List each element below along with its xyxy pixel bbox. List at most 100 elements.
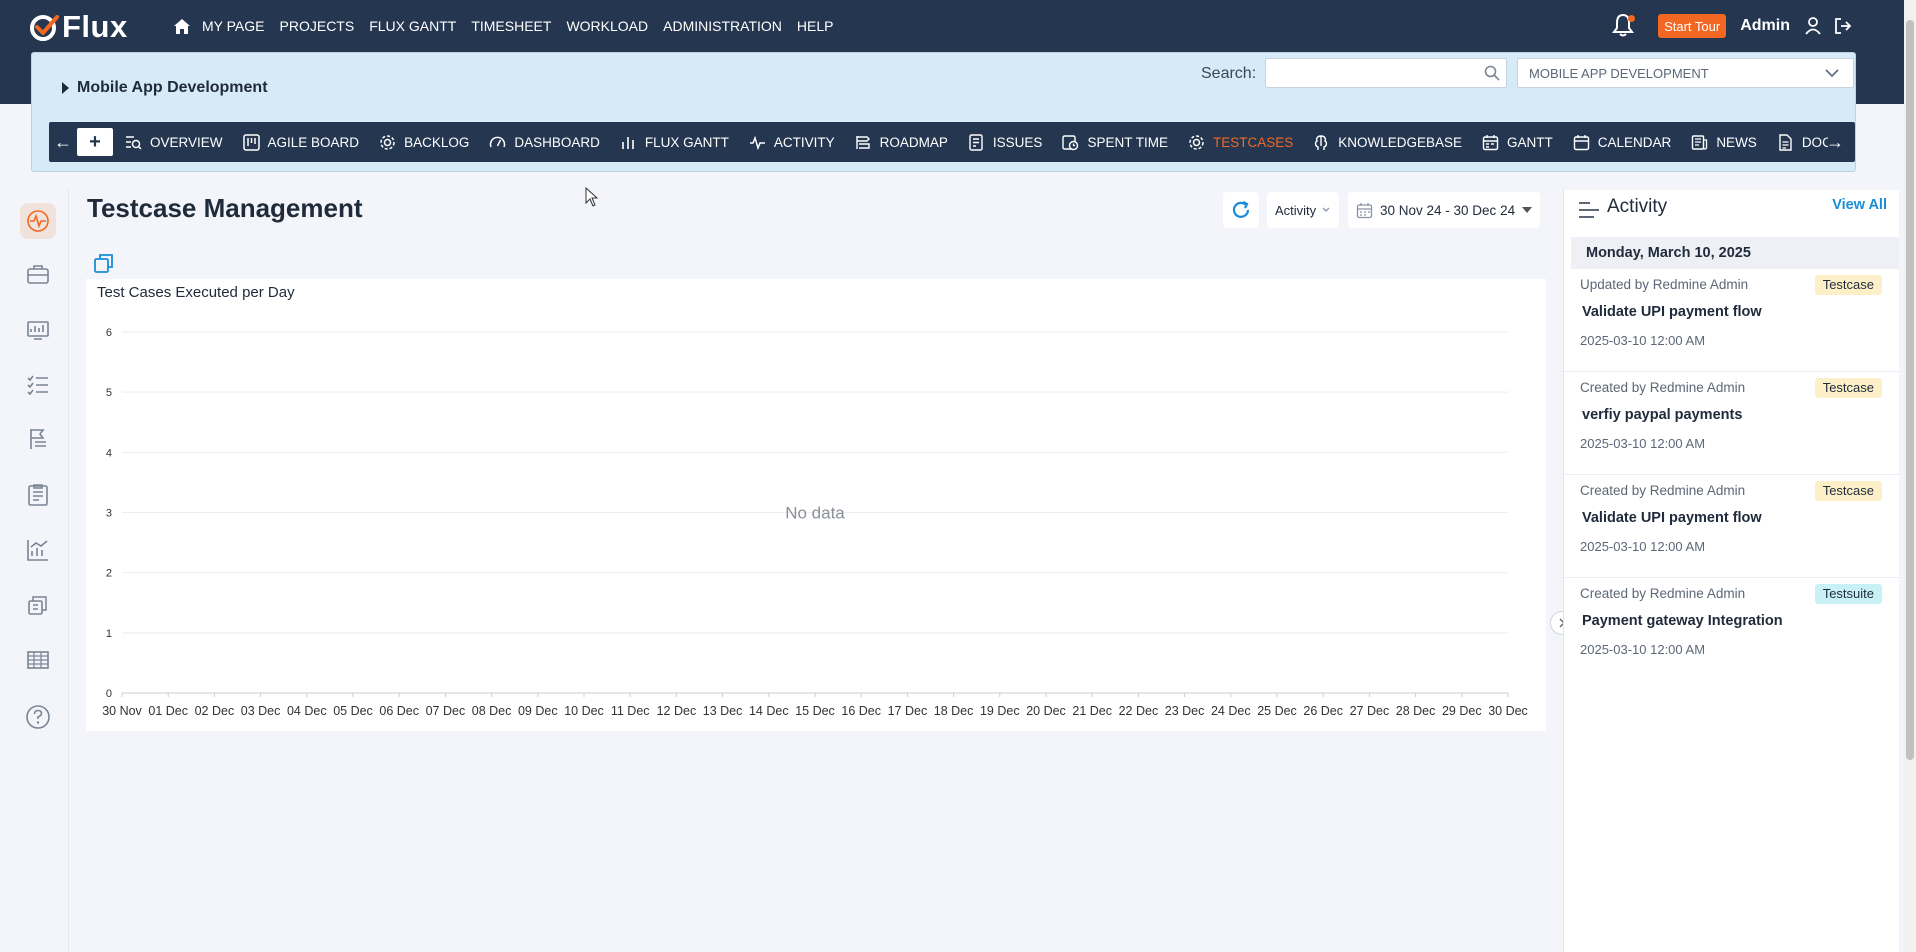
- x-tick-label: 13 Dec: [703, 704, 743, 718]
- sidebar-activity-icon[interactable]: [20, 203, 56, 239]
- y-tick-label: 6: [106, 327, 112, 339]
- logo-text: Flux: [62, 9, 128, 44]
- x-tick-label: 08 Dec: [472, 704, 512, 718]
- nav-administration[interactable]: ADMINISTRATION: [663, 14, 782, 38]
- top-nav: MY PAGE PROJECTS FLUX GANTT TIMESHEET WO…: [172, 14, 848, 38]
- nav-workload[interactable]: WORKLOAD: [566, 14, 648, 38]
- activity-entry[interactable]: Created by Redmine Admin Testsuite Payme…: [1564, 578, 1900, 681]
- x-tick-label: 21 Dec: [1072, 704, 1112, 718]
- overview-icon: [126, 135, 142, 150]
- calendar-icon: [1573, 134, 1589, 150]
- module-news[interactable]: NEWS: [1691, 122, 1757, 162]
- no-data-message: No data: [785, 504, 845, 523]
- sidebar-flag-icon[interactable]: [20, 421, 56, 457]
- page-scrollbar-thumb[interactable]: [1906, 20, 1914, 760]
- roadmap-icon: [855, 135, 870, 149]
- activity-entry[interactable]: Created by Redmine Admin Testcase verfiy…: [1564, 372, 1900, 475]
- activity-subject[interactable]: Validate UPI payment flow: [1582, 510, 1762, 526]
- module-flux-gantt[interactable]: FLUX GANTT: [620, 122, 729, 162]
- module-activity[interactable]: ACTIVITY: [749, 122, 835, 162]
- x-tick-label: 26 Dec: [1303, 704, 1343, 718]
- chart-card: Test Cases Executed per Day 0 1 2 3 4 5 6 30 No…: [86, 279, 1546, 731]
- activity-title: Activity: [1607, 196, 1668, 217]
- gauge-icon: [490, 136, 506, 147]
- activity-subject[interactable]: Payment gateway Integration: [1582, 613, 1783, 629]
- x-tick-label: 15 Dec: [795, 704, 835, 718]
- module-overview[interactable]: OVERVIEW: [125, 122, 223, 162]
- module-label: FLUX GANTT: [644, 134, 729, 150]
- sidebar-clipboard-icon[interactable]: [20, 477, 56, 513]
- activity-time: 2025-03-10 12:00 AM: [1580, 333, 1706, 348]
- activity-type-badge: Testsuite: [1814, 584, 1882, 604]
- y-tick-label: 0: [106, 688, 112, 700]
- module-backlog[interactable]: BACKLOG: [379, 122, 469, 162]
- module-roadmap[interactable]: ROADMAP: [855, 122, 948, 162]
- logout-icon[interactable]: [1834, 17, 1852, 35]
- module-knowledgebase[interactable]: KNOWLEDGEBASE: [1313, 122, 1462, 162]
- x-tick-label: 10 Dec: [564, 704, 604, 718]
- module-issues[interactable]: ISSUES: [968, 122, 1042, 162]
- date-range-picker[interactable]: 30 Nov 24 - 30 Dec 24: [1348, 192, 1540, 228]
- x-tick-label: 04 Dec: [287, 704, 327, 718]
- date-range-value: 30 Nov 24 - 30 Dec 24: [1380, 202, 1516, 218]
- sidebar-table-icon[interactable]: [20, 642, 56, 678]
- activity-type-badge: Testcase: [1814, 275, 1882, 295]
- project-name-toggle[interactable]: Mobile App Development: [62, 79, 268, 97]
- sidebar-help-icon[interactable]: [20, 699, 56, 735]
- caret-down-icon: [1522, 207, 1533, 213]
- user-icon[interactable]: [1804, 17, 1822, 35]
- sidebar-checklist-icon[interactable]: [20, 367, 56, 403]
- module-calendar[interactable]: CALENDAR: [1573, 122, 1671, 162]
- home-icon[interactable]: [172, 14, 192, 38]
- sidebar-dashboard-icon[interactable]: [20, 312, 56, 348]
- notification-bell-icon[interactable]: [1612, 13, 1636, 39]
- search-icon[interactable]: [1484, 65, 1500, 81]
- activity-entry[interactable]: Updated by Redmine Admin Testcase Valida…: [1564, 269, 1900, 372]
- project-selector[interactable]: MOBILE APP DEVELOPMENT: [1517, 58, 1854, 88]
- nav-flux-gantt[interactable]: FLUX GANTT: [369, 14, 456, 38]
- activity-subject[interactable]: Validate UPI payment flow: [1582, 304, 1762, 320]
- sidebar-chart-icon[interactable]: [20, 532, 56, 568]
- activity-type-badge: Testcase: [1814, 378, 1882, 398]
- doc-icon: [1779, 133, 1792, 151]
- scroll-left-arrow-icon[interactable]: ←: [49, 122, 77, 162]
- module-gantt[interactable]: GANTT: [1482, 122, 1553, 162]
- activity-subject[interactable]: verfiy paypal payments: [1582, 407, 1742, 423]
- module-testcases[interactable]: TESTCASES: [1188, 122, 1293, 162]
- flux-logo[interactable]: Flux: [28, 8, 128, 46]
- activity-author: Updated by Redmine Admin: [1580, 277, 1749, 292]
- scroll-right-arrow-icon[interactable]: →: [1821, 122, 1849, 162]
- activity-panel: Activity View All Monday, March 10, 2025…: [1563, 190, 1900, 952]
- module-label: KNOWLEDGEBASE: [1338, 134, 1463, 150]
- project-header-panel: Mobile App Development Search: MOBILE AP…: [31, 52, 1856, 172]
- module-agile-board[interactable]: AGILE BOARD: [242, 122, 360, 162]
- logo-check-icon: [30, 15, 59, 41]
- project-selector-value: MOBILE APP DEVELOPMENT: [1529, 65, 1709, 81]
- module-dashboard[interactable]: DASHBOARD: [489, 122, 600, 162]
- nav-projects[interactable]: PROJECTS: [280, 14, 355, 38]
- gear-icon: [380, 134, 395, 150]
- activity-entry[interactable]: Created by Redmine Admin Testcase Valida…: [1564, 475, 1900, 578]
- nav-my-page[interactable]: MY PAGE: [202, 14, 265, 38]
- x-tick-label: 01 Dec: [148, 704, 188, 718]
- refresh-button[interactable]: [1223, 192, 1259, 228]
- y-tick-label: 4: [106, 447, 112, 459]
- x-tick-label: 23 Dec: [1165, 704, 1205, 718]
- search-input[interactable]: [1265, 58, 1507, 88]
- x-tick-label: 28 Dec: [1396, 704, 1436, 718]
- caret-right-icon: [62, 82, 69, 94]
- top-right-controls: Start Tour Admin: [1612, 13, 1864, 39]
- module-label: AGILE BOARD: [267, 134, 360, 150]
- sidebar-copies-icon[interactable]: [20, 587, 56, 623]
- x-tick-label: 18 Dec: [934, 704, 974, 718]
- view-all-link[interactable]: View All: [1832, 197, 1887, 213]
- activity-filter-select[interactable]: Activity: [1267, 192, 1339, 228]
- module-spent-time[interactable]: SPENT TIME: [1062, 122, 1168, 162]
- start-tour-button[interactable]: Start Tour: [1658, 14, 1727, 38]
- nav-help[interactable]: HELP: [797, 14, 834, 38]
- sidebar-briefcase-icon[interactable]: [20, 257, 56, 293]
- nav-timesheet[interactable]: TIMESHEET: [471, 14, 551, 38]
- copy-icon[interactable]: [93, 252, 115, 274]
- user-name[interactable]: Admin: [1740, 17, 1790, 35]
- add-module-button[interactable]: +: [77, 128, 113, 156]
